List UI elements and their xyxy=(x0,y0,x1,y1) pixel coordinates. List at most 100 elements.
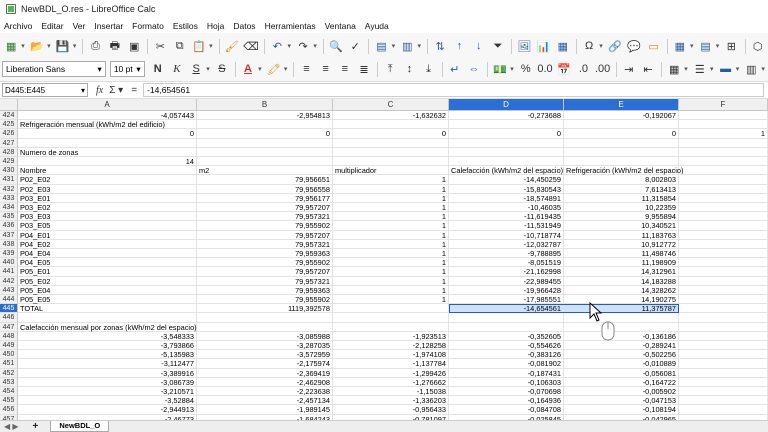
cell-b456[interactable]: -1,989145 xyxy=(197,405,333,415)
cell-b432[interactable]: 79,956558 xyxy=(197,184,333,194)
cell-d451[interactable]: -0,081902 xyxy=(449,359,564,369)
clone-formatting-icon[interactable]: 🖌 xyxy=(223,37,241,56)
cell-c426[interactable]: 0 xyxy=(333,129,449,139)
cell-a456[interactable]: -2,944913 xyxy=(18,405,197,415)
cell-e430[interactable]: Refrigeración (kWh/m2 del espacio) xyxy=(564,166,683,176)
cell-a454[interactable]: -3,210571 xyxy=(18,387,197,397)
cell-d433[interactable]: -18,574891 xyxy=(449,193,564,203)
column-header[interactable]: C xyxy=(333,99,449,111)
row-header[interactable]: 456 xyxy=(0,405,18,415)
cell-c437[interactable]: 1 xyxy=(333,230,449,240)
menu-item[interactable]: Ventana xyxy=(325,21,356,31)
row-header[interactable]: 438 xyxy=(0,239,18,249)
merge-center-icon[interactable]: ⇔ xyxy=(465,60,483,79)
cell-f433[interactable] xyxy=(679,193,768,203)
cell-d453[interactable]: -0,106303 xyxy=(449,377,564,387)
cell-e454[interactable]: -0,005902 xyxy=(564,387,679,397)
cell-f424[interactable] xyxy=(679,111,768,121)
save-icon[interactable]: 💾 xyxy=(54,37,72,56)
cell-e424[interactable]: -0,192067 xyxy=(564,111,679,121)
cell-b454[interactable]: -2,223638 xyxy=(197,387,333,397)
new-document-icon[interactable]: ▦ xyxy=(2,37,20,56)
cell-a449[interactable]: -3,793866 xyxy=(18,341,197,351)
headers-footers-icon[interactable]: ▭ xyxy=(644,37,662,56)
cell-d425[interactable] xyxy=(449,120,564,130)
cell-c449[interactable]: -2,128258 xyxy=(333,341,449,351)
cell-f455[interactable] xyxy=(679,396,768,406)
cell-f435[interactable] xyxy=(679,212,768,222)
cell-e446[interactable] xyxy=(564,313,679,323)
menu-item[interactable]: Editar xyxy=(41,21,63,31)
row-header[interactable]: 440 xyxy=(0,258,18,268)
cell-f442[interactable] xyxy=(679,276,768,286)
underline-dropdown-icon[interactable]: ▾ xyxy=(206,65,210,73)
copy-icon[interactable]: ⧉ xyxy=(171,37,189,56)
cell-d430[interactable]: Calefacción (kWh/m2 del espacio) xyxy=(449,166,564,176)
column-header[interactable]: E xyxy=(564,99,679,111)
cell-e431[interactable]: 8,002803 xyxy=(564,175,679,185)
menu-item[interactable]: Herramientas xyxy=(265,21,316,31)
cell-e448[interactable]: -0,136186 xyxy=(564,331,679,341)
cell-c431[interactable]: 1 xyxy=(333,175,449,185)
undo-dropdown-icon[interactable]: ▾ xyxy=(288,42,292,50)
row-header[interactable]: 433 xyxy=(0,193,18,203)
cell-b431[interactable]: 79,956651 xyxy=(197,175,333,185)
special-character-dropdown-icon[interactable]: ▾ xyxy=(599,42,603,50)
row-header[interactable]: 424 xyxy=(0,111,18,121)
row-header[interactable]: 449 xyxy=(0,341,18,351)
row-header[interactable]: 446 xyxy=(0,313,18,323)
cell-a437[interactable]: P04_E01 xyxy=(18,230,197,240)
cell-c442[interactable]: 1 xyxy=(333,276,449,286)
align-center-icon[interactable]: ≡ xyxy=(317,60,335,79)
cell-a440[interactable]: P04_E05 xyxy=(18,258,197,268)
formula-input[interactable]: -14,654561 xyxy=(143,83,764,97)
menu-item[interactable]: Insertar xyxy=(94,21,123,31)
open-folder-icon[interactable]: 📂 xyxy=(28,37,46,56)
cell-b438[interactable]: 79,957321 xyxy=(197,239,333,249)
font-color-icon[interactable]: A xyxy=(239,60,257,79)
cell-f428[interactable] xyxy=(679,147,768,157)
cell-c428[interactable] xyxy=(333,147,449,157)
menu-item[interactable]: Ayuda xyxy=(365,21,389,31)
menu-item[interactable]: Formato xyxy=(132,21,164,31)
cell-e436[interactable]: 10,340521 xyxy=(564,221,679,231)
currency-format-icon[interactable]: 💵 xyxy=(491,60,509,79)
cell-a427[interactable] xyxy=(18,138,197,148)
cell-f427[interactable] xyxy=(679,138,768,148)
cell-f440[interactable] xyxy=(679,258,768,268)
align-left-icon[interactable]: ≡ xyxy=(297,60,315,79)
hyperlink-icon[interactable]: 🔗 xyxy=(606,37,624,56)
cell-d449[interactable]: -0,554626 xyxy=(449,341,564,351)
cell-c446[interactable] xyxy=(333,313,449,323)
cell-b455[interactable]: -2,457134 xyxy=(197,396,333,406)
cell-f438[interactable] xyxy=(679,239,768,249)
sheet-tab[interactable]: NewBDL_O xyxy=(50,421,110,432)
cell-e441[interactable]: 14,312961 xyxy=(564,267,679,277)
cell-d452[interactable]: -0,187431 xyxy=(449,368,564,378)
row-header[interactable]: 441 xyxy=(0,267,18,277)
cell-b448[interactable]: -3,085988 xyxy=(197,331,333,341)
cell-d446[interactable] xyxy=(449,313,564,323)
cell-f453[interactable] xyxy=(679,377,768,387)
column-header[interactable]: B xyxy=(197,99,333,111)
cell-a430[interactable]: Nombre xyxy=(18,166,197,176)
cell-d439[interactable]: -9,788895 xyxy=(449,249,564,259)
cell-d426[interactable]: 0 xyxy=(449,129,564,139)
cell-d441[interactable]: -21,162998 xyxy=(449,267,564,277)
menu-item[interactable]: Datos xyxy=(233,21,255,31)
cell-d436[interactable]: -11,531949 xyxy=(449,221,564,231)
add-decimal-icon[interactable]: .0 xyxy=(574,60,592,79)
sort-icon[interactable]: ⇅ xyxy=(431,37,449,56)
row-header[interactable]: 451 xyxy=(0,359,18,369)
cell-c440[interactable]: 1 xyxy=(333,258,449,268)
justify-icon[interactable]: ≣ xyxy=(355,60,373,79)
cell-b442[interactable]: 79,957321 xyxy=(197,276,333,286)
sum-icon[interactable]: Σ ▾ xyxy=(109,85,123,96)
cell-f445[interactable] xyxy=(679,304,768,314)
cell-c427[interactable] xyxy=(333,138,449,148)
cell-f448[interactable] xyxy=(679,331,768,341)
cell-e451[interactable]: -0,010889 xyxy=(564,359,679,369)
cell-f429[interactable] xyxy=(679,157,768,167)
cell-e445[interactable]: 11,375787 xyxy=(564,304,679,314)
row-header[interactable]: 429 xyxy=(0,157,18,167)
